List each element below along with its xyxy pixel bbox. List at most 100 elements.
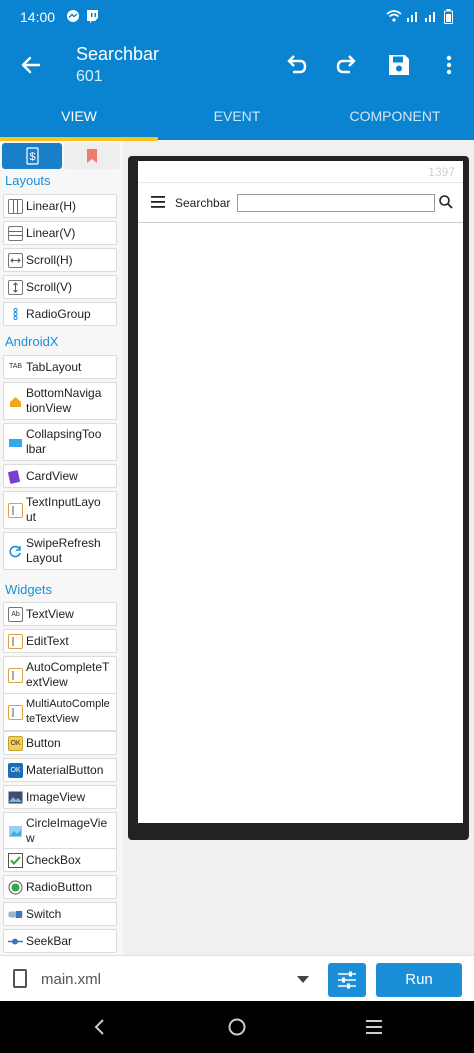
textview-icon: Ab bbox=[8, 607, 23, 622]
palette-item-label: TextView bbox=[26, 607, 74, 621]
palette-item-swiperefreshlayout[interactable]: SwipeRefresh Layout bbox=[3, 532, 117, 570]
materialbutton-icon: OK bbox=[8, 763, 23, 778]
palette-item-button[interactable]: OK Button bbox=[3, 731, 117, 755]
palette-tabs: $ bbox=[2, 143, 120, 169]
seekbar-icon bbox=[8, 934, 23, 949]
more-options-button[interactable] bbox=[434, 50, 464, 80]
palette-item-tablayout[interactable]: TAB TabLayout bbox=[3, 355, 117, 379]
menu-icon[interactable] bbox=[151, 196, 165, 208]
file-name[interactable]: main.xml bbox=[41, 971, 101, 988]
searchbar-title: Searchbar bbox=[175, 196, 231, 210]
nav-recents-icon[interactable] bbox=[364, 1017, 384, 1037]
preview-screen[interactable]: 1397 Searchbar bbox=[138, 161, 463, 823]
wifi-icon bbox=[386, 9, 402, 25]
palette-item-label: EditText bbox=[26, 634, 69, 648]
palette-item-label: SwipeRefresh Layout bbox=[26, 536, 101, 565]
palette-item-circleimageview[interactable]: CircleImageVie w bbox=[3, 812, 117, 850]
radiobutton-icon bbox=[8, 880, 23, 895]
palette-item-checkbox[interactable]: CheckBox bbox=[3, 848, 117, 872]
bottom-bar: main.xml Run bbox=[0, 955, 474, 1001]
arrow-back-icon bbox=[21, 56, 41, 74]
palette-item-label: CollapsingToo lbar bbox=[26, 427, 102, 456]
palette-item-label: BottomNaviga tionView bbox=[26, 386, 102, 415]
scroll-h-icon bbox=[8, 253, 23, 268]
palette-item-multiautocompletetextview[interactable]: MultiAutoComple teTextView bbox=[3, 693, 117, 731]
search-icon[interactable] bbox=[438, 194, 454, 210]
linear-h-icon bbox=[8, 199, 23, 214]
palette-item-label: Button bbox=[26, 736, 61, 750]
signal-icon-1 bbox=[406, 9, 420, 25]
editor-tabs: VIEW EVENT COMPONENT bbox=[0, 96, 474, 140]
palette-item-imageview[interactable]: ImageView bbox=[3, 785, 117, 809]
tablayout-icon: TAB bbox=[8, 360, 23, 375]
run-button[interactable]: Run bbox=[376, 963, 462, 997]
button-icon: OK bbox=[8, 736, 23, 751]
nav-home-icon[interactable] bbox=[227, 1017, 247, 1037]
section-widgets: Widgets bbox=[5, 582, 52, 597]
toolbar-icon bbox=[8, 435, 23, 450]
palette-item-scroll-h[interactable]: Scroll(H) bbox=[3, 248, 117, 272]
dropdown-arrow-icon[interactable] bbox=[297, 976, 309, 983]
palette-item-label: CardView bbox=[26, 469, 78, 483]
undo-button[interactable] bbox=[281, 50, 311, 80]
nav-back-icon[interactable] bbox=[90, 1017, 110, 1037]
palette-item-label: Switch bbox=[26, 907, 62, 921]
palette-item-label: TabLayout bbox=[26, 360, 82, 374]
back-button[interactable] bbox=[16, 50, 46, 80]
checkbox-icon bbox=[8, 853, 23, 868]
palette-item-label: Scroll(V) bbox=[26, 280, 73, 294]
palette-item-label: AutoCompleteT extView bbox=[26, 660, 110, 689]
palette-item-linear-v[interactable]: Linear(V) bbox=[3, 221, 117, 245]
tab-event[interactable]: EVENT bbox=[158, 96, 316, 140]
app-bar: Searchbar 601 bbox=[0, 34, 474, 96]
svg-text:$: $ bbox=[29, 151, 35, 163]
palette-item-bottomnavigationview[interactable]: BottomNaviga tionView bbox=[3, 382, 117, 420]
palette-item-label: CheckBox bbox=[26, 853, 81, 867]
palette-item-label: TextInputLayo ut bbox=[26, 495, 101, 524]
palette-item-label: SeekBar bbox=[26, 934, 73, 948]
palette-item-linear-h[interactable]: Linear(H) bbox=[3, 194, 117, 218]
home-icon bbox=[8, 394, 23, 409]
palette-item-radiogroup[interactable]: RadioGroup bbox=[3, 302, 117, 326]
palette-item-label: RadioButton bbox=[26, 880, 93, 894]
save-button[interactable] bbox=[384, 50, 414, 80]
textinput-icon bbox=[8, 503, 23, 518]
palette-item-textinputlayout[interactable]: TextInputLayo ut bbox=[3, 491, 117, 529]
palette-item-cardview[interactable]: CardView bbox=[3, 464, 117, 488]
page-title: Searchbar bbox=[76, 44, 160, 64]
palette-item-radiobutton[interactable]: RadioButton bbox=[3, 875, 117, 899]
tab-component[interactable]: COMPONENT bbox=[316, 96, 474, 140]
palette-item-label: Scroll(H) bbox=[26, 253, 73, 267]
bookmark-icon bbox=[87, 149, 97, 163]
properties-button[interactable] bbox=[328, 963, 366, 997]
palette-tab-widgets[interactable]: $ bbox=[2, 143, 62, 169]
refresh-icon bbox=[8, 544, 23, 559]
preview-status-number: 1397 bbox=[428, 165, 455, 179]
palette-item-seekbar[interactable]: SeekBar bbox=[3, 929, 117, 953]
palette-item-collapsingtoolbar[interactable]: CollapsingToo lbar bbox=[3, 423, 117, 461]
signal-icon-2 bbox=[424, 9, 438, 25]
palette-item-textview[interactable]: Ab TextView bbox=[3, 602, 117, 626]
search-input[interactable] bbox=[237, 194, 435, 212]
dollar-icon: $ bbox=[26, 147, 39, 165]
palette-item-scroll-v[interactable]: Scroll(V) bbox=[3, 275, 117, 299]
circle-image-icon bbox=[8, 824, 23, 839]
preview-searchbar[interactable]: Searchbar bbox=[138, 183, 463, 223]
redo-button[interactable] bbox=[332, 50, 362, 80]
battery-icon bbox=[444, 9, 453, 27]
multiautocomplete-icon bbox=[8, 705, 23, 720]
widget-palette[interactable]: $ Layouts Linear(H) Linear(V) Scroll(H) … bbox=[0, 141, 122, 955]
tab-view[interactable]: VIEW bbox=[0, 96, 158, 140]
palette-item-materialbutton[interactable]: OK MaterialButton bbox=[3, 758, 117, 782]
redo-icon bbox=[336, 55, 356, 74]
radiogroup-icon bbox=[8, 307, 23, 322]
file-icon bbox=[13, 969, 27, 988]
palette-tab-favorites[interactable] bbox=[64, 143, 120, 169]
page-subtitle: 601 bbox=[76, 68, 103, 85]
palette-item-label: Linear(V) bbox=[26, 226, 76, 240]
switch-icon bbox=[8, 907, 23, 922]
palette-item-autocompletetextview[interactable]: AutoCompleteT extView bbox=[3, 656, 117, 694]
cardview-icon bbox=[8, 469, 23, 484]
palette-item-switch[interactable]: Switch bbox=[3, 902, 117, 926]
palette-item-edittext[interactable]: EditText bbox=[3, 629, 117, 653]
